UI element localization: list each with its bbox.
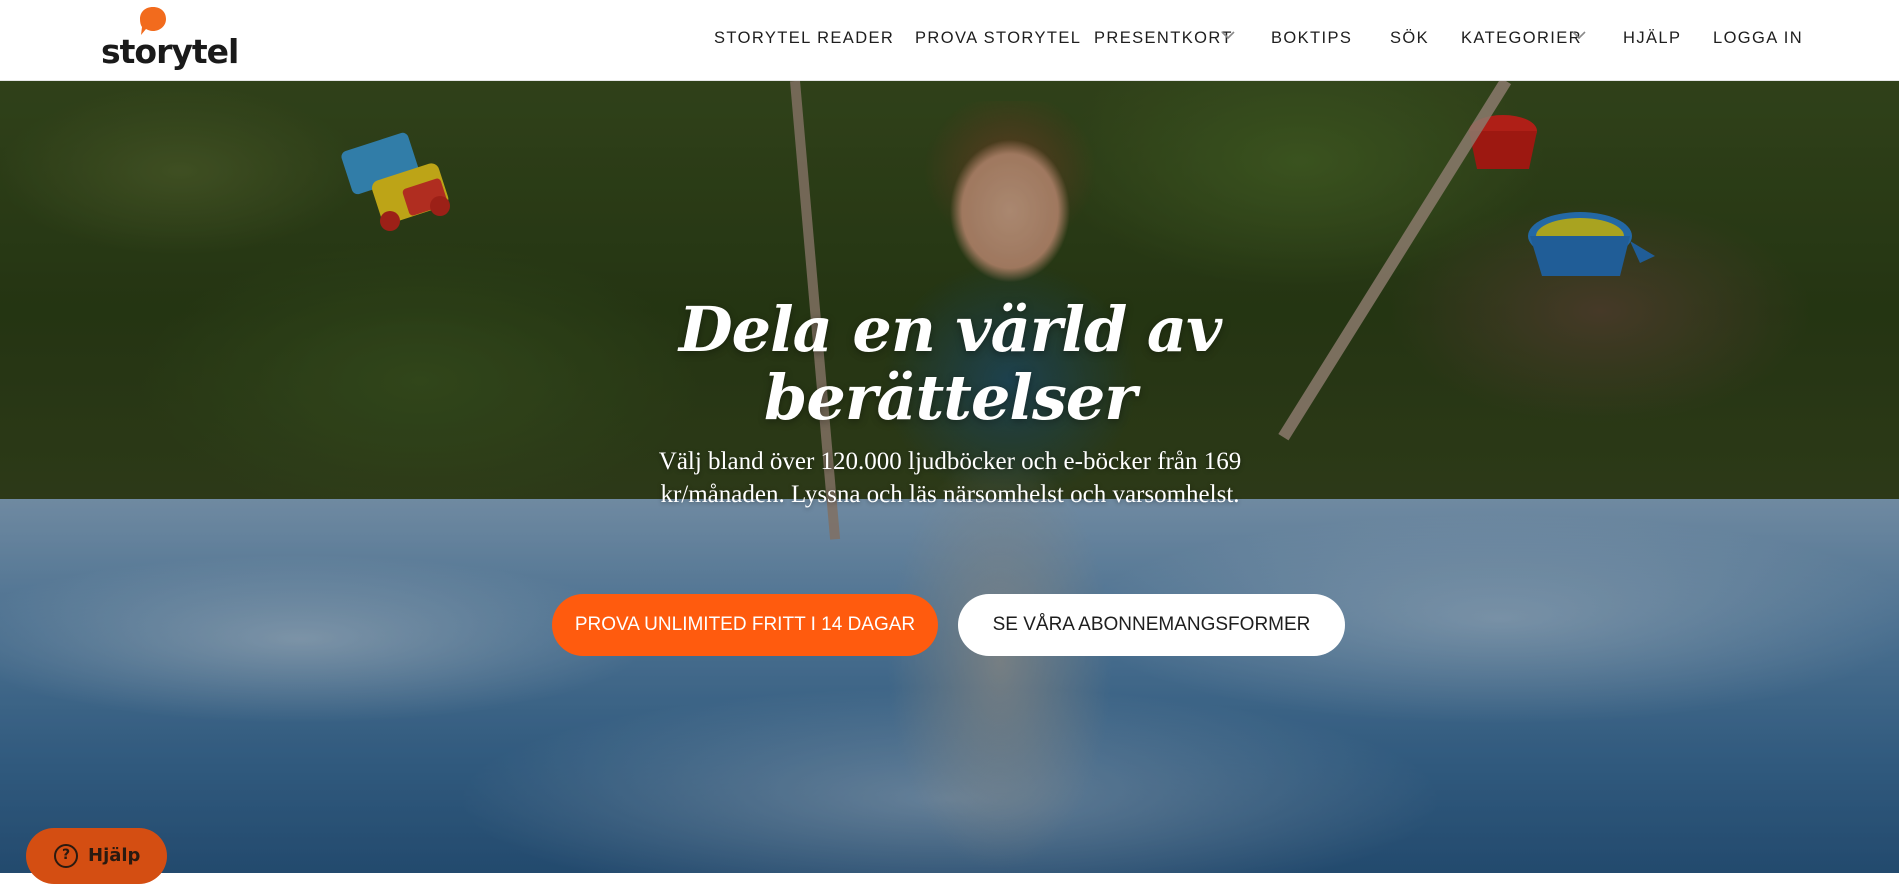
help-widget-button[interactable]: ? Hjälp: [26, 828, 167, 884]
kategorier-chevron-down-icon[interactable]: [1571, 29, 1587, 41]
hero-subtitle: Välj bland över 120.000 ljudböcker och e…: [658, 448, 1242, 508]
nav-logga-in[interactable]: LOGGA IN: [1713, 27, 1803, 49]
presentkort-chevron-down-icon[interactable]: [1220, 29, 1236, 41]
try-unlimited-button[interactable]: PROVA UNLIMITED FRITT I 14 DAGAR: [552, 594, 938, 656]
subscription-plans-button[interactable]: SE VÅRA ABONNEMANGSFORMER: [958, 594, 1345, 656]
nav-prova-storytel[interactable]: PROVA STORYTEL: [915, 27, 1081, 49]
nav-storytel-reader[interactable]: STORYTEL READER: [714, 27, 894, 49]
hero-title: Dela en värld av berättelser: [678, 293, 1222, 434]
help-widget-label: Hjälp: [88, 845, 141, 866]
main-nav: STORYTEL READER PROVA STORYTEL PRESENTKO…: [0, 0, 1899, 81]
hero-content: Dela en värld av berättelser Välj bland …: [0, 81, 1899, 873]
nav-boktips[interactable]: BOKTIPS: [1271, 27, 1352, 49]
nav-kategorier[interactable]: KATEGORIER: [1461, 27, 1582, 49]
nav-hjalp[interactable]: HJÄLP: [1623, 27, 1681, 49]
nav-sok[interactable]: SÖK: [1390, 27, 1429, 49]
nav-presentkort[interactable]: PRESENTKORT: [1094, 27, 1233, 49]
site-header: storytel STORYTEL READER PROVA STORYTEL …: [0, 0, 1899, 81]
question-circle-icon: ?: [54, 844, 78, 868]
hero-section: Dela en värld av berättelser Välj bland …: [0, 81, 1899, 873]
